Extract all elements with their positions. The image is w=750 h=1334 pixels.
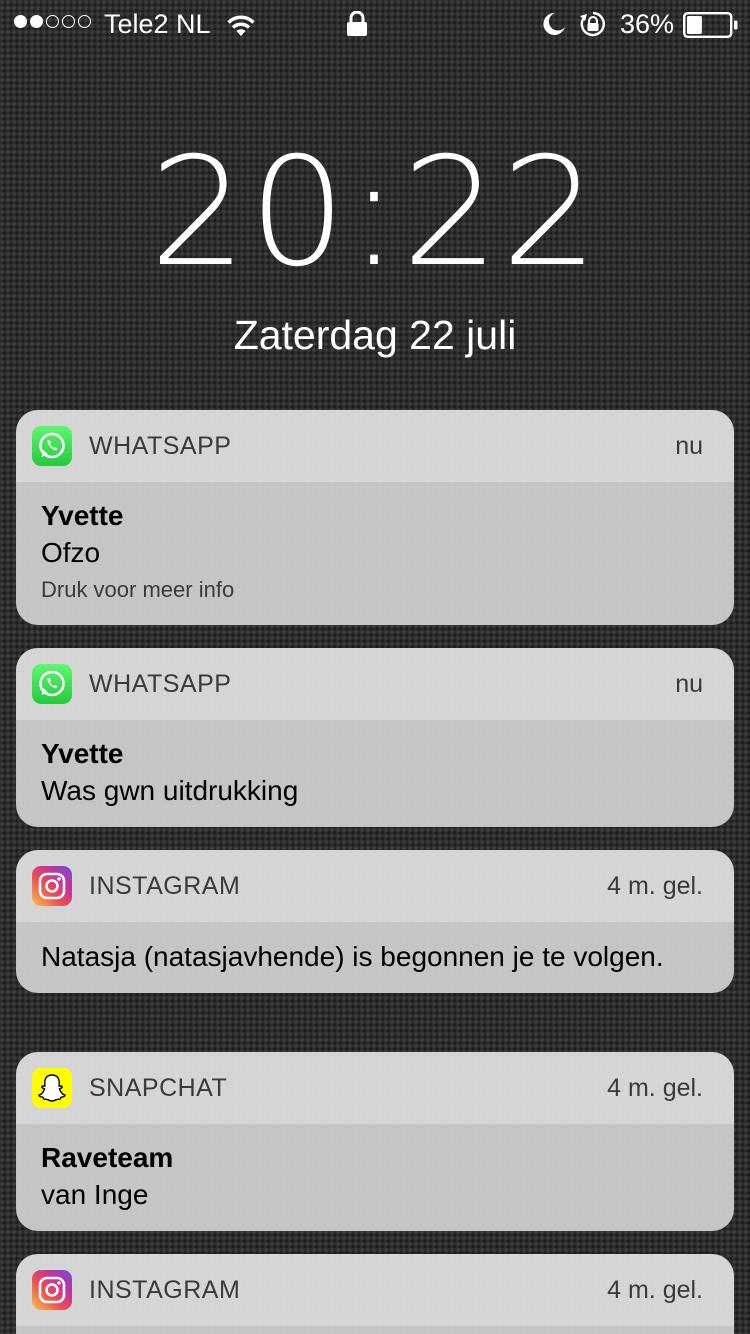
wifi-icon <box>227 15 255 36</box>
status-bar: Tele2 NL 36% <box>0 0 750 50</box>
app-name: SNAPCHAT <box>89 1074 228 1102</box>
carrier-name: Tele2 NL <box>104 9 211 39</box>
notification-time: nu <box>675 670 703 698</box>
app-name: INSTAGRAM <box>89 872 241 900</box>
notification-header: WHATSAPP nu <box>16 410 734 482</box>
signal-strength-icon <box>14 15 91 28</box>
notification-time: nu <box>675 432 703 460</box>
notification-time: 4 m. gel. <box>607 1074 703 1102</box>
notification-message: van Inge <box>41 1179 149 1210</box>
notification-message: Natasja (natasjavhende) is begonnen je t… <box>41 941 664 972</box>
instagram-icon <box>32 866 72 906</box>
notification-body: Yvette Was gwn uitdrukking <box>16 720 734 827</box>
notification-sender: Yvette <box>41 738 124 769</box>
notification-hint: Druk voor meer info <box>41 577 235 602</box>
snapchat-icon <box>32 1068 72 1108</box>
notification-message: Ofzo <box>41 537 101 568</box>
notification-body: Raveteam van Inge <box>16 1124 734 1231</box>
battery-percentage: 36% <box>620 9 675 39</box>
notification-body <box>16 1326 734 1334</box>
app-name: WHATSAPP <box>89 670 232 698</box>
notification-body: Yvette Ofzo Druk voor meer info <box>16 482 734 625</box>
battery-icon <box>683 12 738 38</box>
lockscreen-time: 20:22 <box>149 126 601 300</box>
lock-icon <box>347 11 367 36</box>
notification-time: 4 m. gel. <box>607 872 703 900</box>
lockscreen-date: Zaterdag 22 juli <box>233 312 517 358</box>
notification-header: WHATSAPP nu <box>16 648 734 720</box>
notification-instagram-1[interactable]: INSTAGRAM 4 m. gel. Natasja (natasjavhen… <box>16 850 734 993</box>
notification-message: Was gwn uitdrukking <box>41 775 299 806</box>
app-name: INSTAGRAM <box>89 1276 241 1304</box>
whatsapp-icon <box>32 426 72 466</box>
notification-whatsapp-2[interactable]: WHATSAPP nu Yvette Was gwn uitdrukking <box>16 648 734 827</box>
notification-body: Natasja (natasjavhende) is begonnen je t… <box>16 922 734 993</box>
moon-icon <box>543 12 565 35</box>
notification-sender: Yvette <box>41 500 124 531</box>
notification-header: SNAPCHAT 4 m. gel. <box>16 1052 734 1124</box>
notification-whatsapp-1[interactable]: WHATSAPP nu Yvette Ofzo Druk voor meer i… <box>16 410 734 625</box>
notification-time: 4 m. gel. <box>607 1276 703 1304</box>
whatsapp-icon <box>32 664 72 704</box>
orientation-lock-icon <box>580 11 605 37</box>
notification-snapchat[interactable]: SNAPCHAT 4 m. gel. Raveteam van Inge <box>16 1052 734 1231</box>
app-name: WHATSAPP <box>89 432 232 460</box>
instagram-icon <box>32 1270 72 1310</box>
notification-header: INSTAGRAM 4 m. gel. <box>16 850 734 922</box>
notification-instagram-2[interactable]: INSTAGRAM 4 m. gel. <box>16 1254 734 1334</box>
notification-sender: Raveteam <box>41 1142 174 1173</box>
notification-header: INSTAGRAM 4 m. gel. <box>16 1254 734 1326</box>
